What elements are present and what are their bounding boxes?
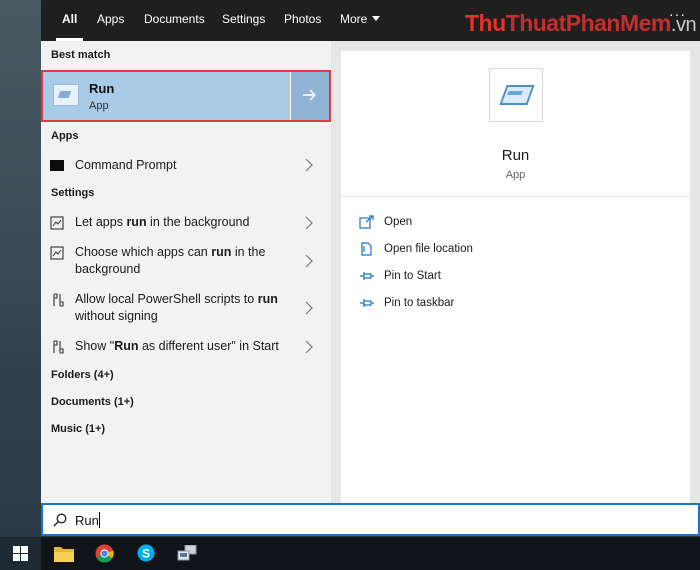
- list-item-setting[interactable]: Allow local PowerShell scripts to run wi…: [41, 291, 331, 327]
- windows-start-icon: [13, 546, 28, 561]
- command-prompt-icon: [50, 160, 64, 171]
- taskbar-network-app[interactable]: [166, 537, 206, 570]
- search-filter-bar: All Apps Documents Settings Photos More …: [41, 0, 700, 41]
- tab-documents-label: Documents: [144, 12, 205, 26]
- list-item-setting[interactable]: Choose which apps can run in the backgro…: [41, 244, 331, 280]
- taskbar-file-explorer[interactable]: [43, 537, 83, 570]
- arrow-right-icon: [303, 89, 316, 101]
- taskbar: S: [0, 537, 700, 570]
- preview-title: Run: [501, 147, 530, 164]
- run-app-icon: [53, 84, 79, 106]
- tab-more-label: More: [340, 12, 368, 26]
- tab-apps-label: Apps: [97, 12, 125, 26]
- list-item-setting[interactable]: Let apps run in the background: [41, 214, 331, 232]
- taskbar-skype[interactable]: S: [125, 537, 165, 570]
- search-input[interactable]: [75, 510, 375, 530]
- chevron-right-icon: [305, 340, 313, 354]
- command-prompt-label: Command Prompt: [75, 158, 177, 172]
- action-list: Open Open file location Pin to Start Pin…: [341, 196, 690, 503]
- tab-apps[interactable]: Apps: [97, 0, 124, 41]
- run-app-icon: [489, 68, 543, 122]
- taskbar-chrome[interactable]: [84, 537, 124, 570]
- svg-text:S: S: [142, 547, 150, 561]
- best-match-run[interactable]: Run App: [41, 70, 331, 122]
- tab-photos-label: Photos: [284, 12, 322, 26]
- open-arrow-button[interactable]: [290, 72, 329, 120]
- tab-all-label: All: [62, 12, 78, 26]
- tab-settings-label: Settings: [222, 12, 266, 26]
- file-explorer-icon: [54, 547, 74, 562]
- results-list: Best match Run App Apps Command Prompt S…: [41, 41, 331, 503]
- apps-header: Apps: [51, 130, 79, 142]
- file-location-icon: [361, 242, 372, 256]
- open-icon: [359, 215, 374, 229]
- best-match-header: Best match: [51, 49, 111, 61]
- chevron-down-icon: [372, 16, 381, 21]
- text-cursor: [99, 512, 100, 528]
- chevron-right-icon: [305, 301, 313, 315]
- tab-settings[interactable]: Settings: [222, 0, 265, 41]
- preview-pane: Run App Open Open file location Pin to S…: [331, 41, 700, 503]
- settings-list-icon: [50, 216, 64, 230]
- chevron-right-icon: [305, 254, 313, 268]
- skype-icon: S: [137, 544, 155, 562]
- setting-label: Let apps run in the background: [75, 215, 250, 229]
- setting-label: Allow local PowerShell scripts to run wi…: [75, 292, 278, 323]
- folders-header[interactable]: Folders (4+): [51, 369, 114, 381]
- more-options-icon[interactable]: ···: [669, 6, 686, 22]
- list-item-command-prompt[interactable]: Command Prompt: [41, 157, 331, 175]
- pin-icon: [360, 272, 374, 280]
- search-box[interactable]: [41, 503, 700, 536]
- tab-photos[interactable]: Photos: [284, 0, 321, 41]
- best-match-subtitle: App: [89, 100, 109, 112]
- best-match-title: Run: [89, 81, 115, 96]
- watermark-logo: ThuThuatPhanMem.vn: [465, 10, 697, 36]
- start-button[interactable]: [0, 537, 41, 570]
- chevron-right-icon: [305, 216, 313, 230]
- chrome-icon: [95, 544, 114, 563]
- settings-list-icon: [50, 246, 64, 260]
- search-icon: [53, 513, 67, 527]
- network-app-icon: [177, 545, 197, 561]
- documents-header[interactable]: Documents (1+): [51, 396, 134, 408]
- tab-all[interactable]: All: [55, 0, 84, 41]
- list-item-setting[interactable]: Show "Run as different user" in Start: [41, 338, 331, 356]
- chevron-right-icon: [305, 158, 313, 172]
- tab-documents[interactable]: Documents: [144, 0, 205, 41]
- music-header[interactable]: Music (1+): [51, 423, 105, 435]
- desktop-background: [0, 0, 41, 537]
- settings-header: Settings: [51, 187, 95, 199]
- setting-label: Show "Run as different user" in Start: [75, 339, 279, 353]
- preview-card: Run App: [341, 51, 690, 196]
- tab-more[interactable]: More: [340, 0, 381, 41]
- pin-icon: [360, 299, 374, 307]
- settings-code-icon: [53, 293, 64, 307]
- preview-subtitle: App: [505, 169, 526, 181]
- settings-code-icon: [53, 340, 64, 354]
- setting-label: Choose which apps can run in the backgro…: [75, 245, 266, 276]
